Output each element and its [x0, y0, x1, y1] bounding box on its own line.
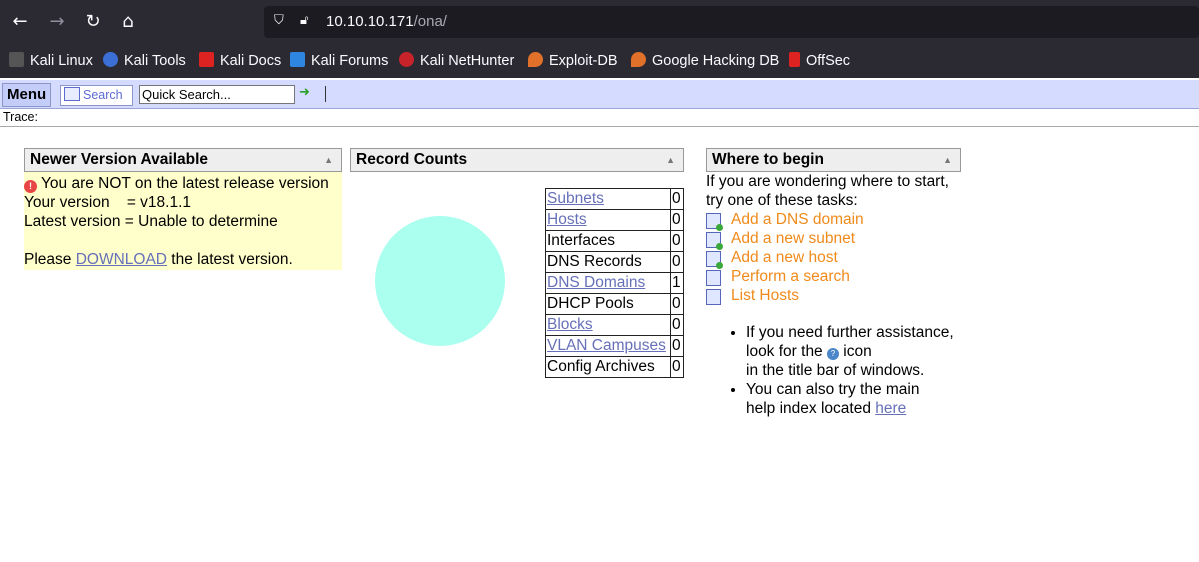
app-toolbar: Menu Search ➜	[0, 80, 1199, 109]
search-window-icon	[706, 270, 721, 286]
bookmarks-toolbar: Kali Linux Kali Tools Kali Docs Kali For…	[0, 44, 1199, 78]
download-line: Please DOWNLOAD the latest version.	[24, 251, 293, 268]
kali-docs-icon	[199, 52, 214, 67]
task-add-subnet[interactable]: Add a new subnet	[706, 229, 961, 250]
search-button[interactable]: Search	[60, 85, 133, 106]
toolbar-divider	[325, 86, 326, 102]
table-row: DHCP Pools 0	[545, 293, 684, 315]
bookmark-kali-nethunter[interactable]: Kali NetHunter	[399, 50, 514, 72]
table-row: VLAN Campuses 0	[545, 335, 684, 357]
nethunter-icon	[399, 52, 414, 67]
bookmark-kali-docs[interactable]: Kali Docs	[199, 50, 281, 72]
count-cell: 0	[670, 335, 684, 357]
task-add-host[interactable]: Add a new host	[706, 248, 961, 269]
insecure-lock-icon[interactable]: 🔓︎	[300, 13, 308, 28]
table-row: Blocks 0	[545, 314, 684, 336]
home-icon[interactable]: ⌂	[116, 10, 140, 34]
table-row: Subnets 0	[545, 188, 684, 210]
bookmark-google-hacking-db[interactable]: Google Hacking DB	[631, 50, 779, 72]
collapse-arrow-icon[interactable]: ▲	[666, 149, 675, 171]
table-row: Interfaces 0	[545, 230, 684, 252]
go-arrow-icon[interactable]: ➜	[299, 85, 310, 100]
intro-line-1: If you are wondering where to start,	[706, 173, 949, 190]
bookmark-exploit-db[interactable]: Exploit-DB	[528, 50, 618, 72]
version-warning-line: ! You are NOT on the latest release versi…	[24, 174, 342, 193]
quick-search-input[interactable]	[139, 85, 295, 104]
help-icon: ?	[827, 348, 839, 360]
config-archives-label: Config Archives	[545, 356, 671, 378]
menu-button[interactable]: Menu	[2, 83, 52, 107]
collapse-arrow-icon[interactable]: ▲	[324, 149, 333, 171]
help-item-assistance: If you need further assistance, look for…	[746, 323, 961, 380]
url-text[interactable]: 10.10.10.171/ona/	[326, 13, 447, 30]
table-row: DNS Domains 1	[545, 272, 684, 294]
download-link[interactable]: DOWNLOAD	[76, 251, 167, 268]
record-counts-pie-chart	[375, 216, 505, 346]
record-counts-panel: Record Counts ▲ Subnets 0 Hosts 0 Interface…	[350, 148, 684, 378]
count-cell: 0	[670, 356, 684, 378]
count-cell: 0	[670, 209, 684, 231]
intro-line-2: try one of these tasks:	[706, 192, 858, 209]
blocks-link[interactable]: Blocks	[547, 316, 593, 333]
url-host: 10.10.10.171	[326, 13, 414, 30]
record-counts-table: Subnets 0 Hosts 0 Interfaces 0 DNS Records 0…	[545, 188, 684, 378]
interfaces-label: Interfaces	[545, 230, 671, 252]
where-to-begin-title[interactable]: Where to begin ▲	[706, 148, 961, 172]
newer-version-body: ! You are NOT on the latest release versi…	[24, 172, 342, 270]
dhcp-pools-label: DHCP Pools	[545, 293, 671, 315]
dns-domains-link[interactable]: DNS Domains	[547, 274, 645, 291]
count-cell: 0	[670, 251, 684, 273]
count-cell: 0	[670, 230, 684, 252]
count-cell: 0	[670, 293, 684, 315]
count-cell: 0	[670, 188, 684, 210]
bookmark-kali-tools[interactable]: Kali Tools	[103, 50, 186, 72]
help-list: If you need further assistance, look for…	[706, 323, 961, 418]
exploit-db-icon	[528, 52, 543, 67]
dns-records-label: DNS Records	[545, 251, 671, 273]
your-version-line: Your version = v18.1.1	[24, 194, 192, 211]
browser-toolbar: ← → ↻ ⌂ ⛉ 🔓︎ 10.10.10.171/ona/	[0, 0, 1199, 44]
newer-version-title[interactable]: Newer Version Available ▲	[24, 148, 342, 172]
back-arrow-icon[interactable]: ←	[8, 10, 32, 34]
table-row: Hosts 0	[545, 209, 684, 231]
task-add-dns-domain[interactable]: Add a DNS domain	[706, 210, 961, 231]
help-here-link[interactable]: here	[875, 400, 906, 417]
add-page-icon	[706, 213, 723, 231]
table-row: DNS Records 0	[545, 251, 684, 273]
offsec-icon	[789, 52, 800, 67]
search-window-icon	[64, 87, 80, 101]
where-to-begin-body: If you are wondering where to start, try…	[706, 172, 961, 418]
newer-version-panel: Newer Version Available ▲ ! You are NOT on…	[24, 148, 342, 270]
latest-version-line: Latest version = Unable to determine	[24, 213, 278, 230]
url-bar[interactable]: ⛉ 🔓︎ 10.10.10.171/ona/	[264, 6, 1199, 38]
bookmark-kali-forums[interactable]: Kali Forums	[290, 50, 388, 72]
task-perform-search[interactable]: Perform a search	[706, 267, 961, 286]
kali-dragon-icon	[9, 52, 24, 67]
add-page-icon	[706, 251, 723, 269]
ghdb-icon	[631, 52, 646, 67]
hosts-link[interactable]: Hosts	[547, 211, 587, 228]
trace-bar: Trace:	[0, 109, 1199, 127]
url-path: /ona/	[413, 13, 447, 30]
bookmark-kali-linux[interactable]: Kali Linux	[9, 50, 93, 72]
bookmark-offsec[interactable]: OffSec	[789, 50, 850, 72]
count-cell: 0	[670, 314, 684, 336]
vlan-campuses-link[interactable]: VLAN Campuses	[547, 337, 666, 354]
count-cell: 1	[670, 272, 684, 294]
warning-icon: !	[24, 180, 37, 193]
kali-tools-icon	[103, 52, 118, 67]
help-item-index: You can also try the main help index loc…	[746, 380, 961, 418]
shield-icon[interactable]: ⛉	[274, 13, 284, 28]
forward-arrow-icon[interactable]: →	[45, 10, 69, 34]
task-list-hosts[interactable]: List Hosts	[706, 286, 961, 305]
kali-forums-icon	[290, 52, 305, 67]
reload-icon[interactable]: ↻	[81, 10, 105, 34]
table-row: Config Archives 0	[545, 356, 684, 378]
subnets-link[interactable]: Subnets	[547, 190, 604, 207]
record-counts-title[interactable]: Record Counts ▲	[350, 148, 684, 172]
add-page-icon	[706, 232, 723, 250]
list-table-icon	[706, 289, 721, 305]
collapse-arrow-icon[interactable]: ▲	[943, 149, 952, 171]
where-to-begin-panel: Where to begin ▲ If you are wondering whe…	[706, 148, 961, 418]
